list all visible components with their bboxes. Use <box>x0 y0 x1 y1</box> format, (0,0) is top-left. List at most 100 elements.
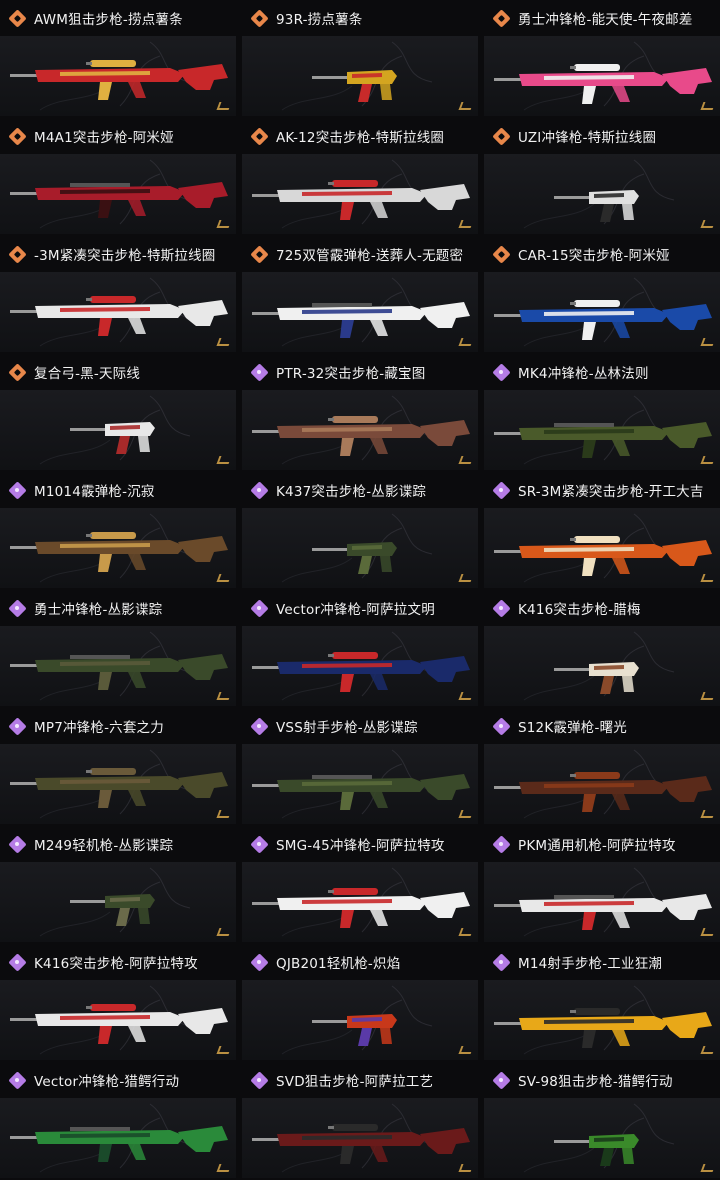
card-header: 勇士冲锋枪-能天使-午夜邮差 <box>484 0 720 36</box>
weapon-skin-name: -3M紧凑突击步枪-特斯拉线圈 <box>34 248 216 264</box>
purple-diamond-icon <box>249 480 269 500</box>
weapon-preview-image <box>0 626 236 706</box>
weapon-skin-card[interactable]: M1014霰弹枪-沉寂 <box>0 472 236 590</box>
orange-diamond-icon <box>249 244 269 264</box>
weapon-skin-card[interactable]: K416突击步枪-阿萨拉特攻 <box>0 944 236 1062</box>
weapon-skin-card[interactable]: 93R-捞点薯条 <box>242 0 478 118</box>
weapon-preview-image <box>484 390 720 470</box>
purple-diamond-icon <box>249 834 269 854</box>
purple-diamond-icon <box>249 716 269 736</box>
purple-diamond-icon <box>249 952 269 972</box>
weapon-skin-card[interactable]: PTR-32突击步枪-藏宝图 <box>242 354 478 472</box>
purple-diamond-icon <box>491 834 511 854</box>
weapon-skin-name: MK4冲锋枪-丛林法则 <box>518 366 649 382</box>
weapon-skin-card[interactable]: VSS射手步枪-丛影谍踪 <box>242 708 478 826</box>
weapon-skin-name: K416突击步枪-阿萨拉特攻 <box>34 956 198 972</box>
weapon-skin-name: VSS射手步枪-丛影谍踪 <box>276 720 418 736</box>
weapon-preview-image <box>0 744 236 824</box>
weapon-preview-image <box>0 36 236 116</box>
purple-diamond-icon <box>7 952 27 972</box>
purple-diamond-icon <box>491 480 511 500</box>
weapon-skin-card[interactable]: MP7冲锋枪-六套之力 <box>0 708 236 826</box>
card-header: AK-12突击步枪-特斯拉线圈 <box>242 118 478 154</box>
weapon-skin-card[interactable]: S12K霰弹枪-曙光 <box>484 708 720 826</box>
weapon-skin-name: 93R-捞点薯条 <box>276 12 363 28</box>
weapon-skin-card[interactable]: Vector冲锋枪-猎鳄行动 <box>0 1062 236 1180</box>
weapon-skin-grid: AWM狙击步枪-捞点薯条 93R-捞点薯条 勇士冲锋枪-能天使-午夜邮差 M4A1突击… <box>0 0 720 1180</box>
weapon-skin-card[interactable]: 勇士冲锋枪-能天使-午夜邮差 <box>484 0 720 118</box>
weapon-preview-image <box>242 508 478 588</box>
card-header: M4A1突击步枪-阿米娅 <box>0 118 236 154</box>
weapon-preview-image <box>0 980 236 1060</box>
weapon-preview-image <box>242 744 478 824</box>
purple-diamond-icon <box>249 1070 269 1090</box>
weapon-skin-card[interactable]: K437突击步枪-丛影谍踪 <box>242 472 478 590</box>
purple-diamond-icon <box>491 362 511 382</box>
weapon-skin-card[interactable]: 725双管霰弹枪-送葬人-无题密 <box>242 236 478 354</box>
weapon-skin-card[interactable]: K416突击步枪-腊梅 <box>484 590 720 708</box>
card-header: PKM通用机枪-阿萨拉特攻 <box>484 826 720 862</box>
weapon-skin-card[interactable]: CAR-15突击步枪-阿米娅 <box>484 236 720 354</box>
weapon-skin-card[interactable]: M4A1突击步枪-阿米娅 <box>0 118 236 236</box>
weapon-preview-image <box>242 626 478 706</box>
weapon-skin-card[interactable]: -3M紧凑突击步枪-特斯拉线圈 <box>0 236 236 354</box>
weapon-skin-name: S12K霰弹枪-曙光 <box>518 720 627 736</box>
weapon-preview-image <box>242 980 478 1060</box>
weapon-skin-name: Vector冲锋枪-阿萨拉文明 <box>276 602 435 618</box>
weapon-skin-card[interactable]: M14射手步枪-工业狂潮 <box>484 944 720 1062</box>
card-header: M1014霰弹枪-沉寂 <box>0 472 236 508</box>
purple-diamond-icon <box>491 1070 511 1090</box>
weapon-skin-card[interactable]: M249轻机枪-丛影谍踪 <box>0 826 236 944</box>
weapon-skin-name: MP7冲锋枪-六套之力 <box>34 720 164 736</box>
weapon-preview-image <box>0 862 236 942</box>
card-header: M14射手步枪-工业狂潮 <box>484 944 720 980</box>
card-header: 勇士冲锋枪-丛影谍踪 <box>0 590 236 626</box>
card-header: SVD狙击步枪-阿萨拉工艺 <box>242 1062 478 1098</box>
card-header: K416突击步枪-阿萨拉特攻 <box>0 944 236 980</box>
card-header: CAR-15突击步枪-阿米娅 <box>484 236 720 272</box>
weapon-preview-image <box>484 36 720 116</box>
weapon-skin-card[interactable]: AWM狙击步枪-捞点薯条 <box>0 0 236 118</box>
weapon-preview-image <box>484 862 720 942</box>
weapon-skin-card[interactable]: PKM通用机枪-阿萨拉特攻 <box>484 826 720 944</box>
weapon-preview-image <box>484 154 720 234</box>
card-header: SMG-45冲锋枪-阿萨拉特攻 <box>242 826 478 862</box>
weapon-skin-name: K437突击步枪-丛影谍踪 <box>276 484 427 500</box>
weapon-skin-card[interactable]: 复合弓-黑-天际线 <box>0 354 236 472</box>
weapon-skin-card[interactable]: QJB201轻机枪-炽焰 <box>242 944 478 1062</box>
card-header: AWM狙击步枪-捞点薯条 <box>0 0 236 36</box>
weapon-skin-card[interactable]: UZI冲锋枪-特斯拉线圈 <box>484 118 720 236</box>
card-header: Vector冲锋枪-阿萨拉文明 <box>242 590 478 626</box>
weapon-skin-name: 复合弓-黑-天际线 <box>34 366 141 382</box>
card-header: 725双管霰弹枪-送葬人-无题密 <box>242 236 478 272</box>
weapon-skin-name: Vector冲锋枪-猎鳄行动 <box>34 1074 180 1090</box>
weapon-preview-image <box>484 508 720 588</box>
weapon-skin-card[interactable]: SMG-45冲锋枪-阿萨拉特攻 <box>242 826 478 944</box>
weapon-preview-image <box>484 980 720 1060</box>
weapon-skin-name: M249轻机枪-丛影谍踪 <box>34 838 174 854</box>
weapon-skin-card[interactable]: AK-12突击步枪-特斯拉线圈 <box>242 118 478 236</box>
weapon-preview-image <box>484 626 720 706</box>
orange-diamond-icon <box>7 244 27 264</box>
weapon-skin-card[interactable]: SV-98狙击步枪-猎鳄行动 <box>484 1062 720 1180</box>
weapon-skin-name: AK-12突击步枪-特斯拉线圈 <box>276 130 445 146</box>
purple-diamond-icon <box>249 362 269 382</box>
weapon-skin-name: 勇士冲锋枪-丛影谍踪 <box>34 602 163 618</box>
weapon-skin-card[interactable]: Vector冲锋枪-阿萨拉文明 <box>242 590 478 708</box>
weapon-skin-card[interactable]: MK4冲锋枪-丛林法则 <box>484 354 720 472</box>
card-header: MP7冲锋枪-六套之力 <box>0 708 236 744</box>
orange-diamond-icon <box>249 8 269 28</box>
weapon-preview-image <box>0 272 236 352</box>
card-header: M249轻机枪-丛影谍踪 <box>0 826 236 862</box>
card-header: S12K霰弹枪-曙光 <box>484 708 720 744</box>
weapon-skin-card[interactable]: SVD狙击步枪-阿萨拉工艺 <box>242 1062 478 1180</box>
orange-diamond-icon <box>249 126 269 146</box>
orange-diamond-icon <box>7 8 27 28</box>
card-header: SV-98狙击步枪-猎鳄行动 <box>484 1062 720 1098</box>
weapon-skin-card[interactable]: SR-3M紧凑突击步枪-开工大吉 <box>484 472 720 590</box>
weapon-skin-card[interactable]: 勇士冲锋枪-丛影谍踪 <box>0 590 236 708</box>
weapon-skin-name: M1014霰弹枪-沉寂 <box>34 484 155 500</box>
card-header: -3M紧凑突击步枪-特斯拉线圈 <box>0 236 236 272</box>
card-header: QJB201轻机枪-炽焰 <box>242 944 478 980</box>
weapon-preview-image <box>0 508 236 588</box>
